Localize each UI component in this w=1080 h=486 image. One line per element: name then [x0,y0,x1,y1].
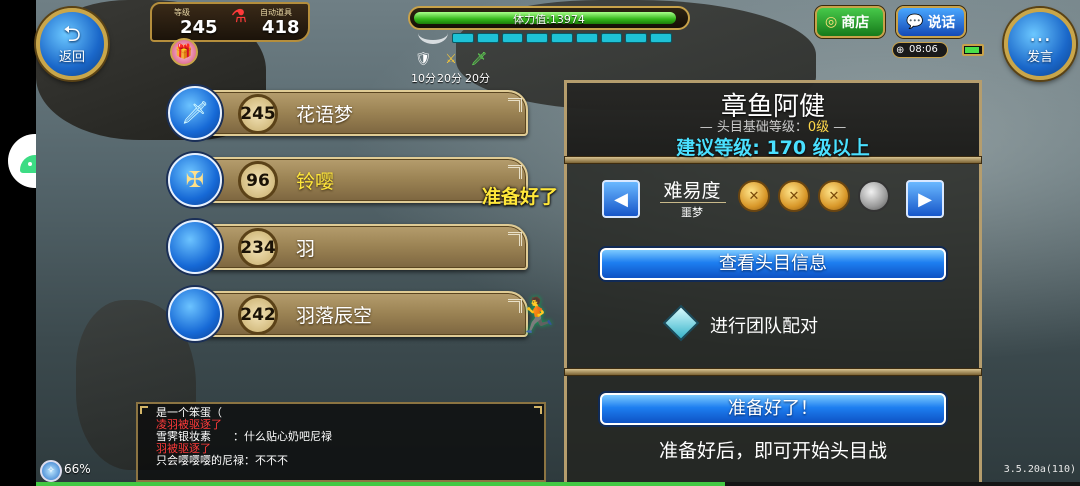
experience-icon: ✧ [40,460,62,482]
speak-button-label: 发言 [1026,49,1053,65]
list-item-level: 242 [238,295,278,335]
list-item-name: 羽 [296,238,316,260]
speech-bubble-icon: 💬 [906,14,924,30]
list-item-level: 234 [238,228,278,268]
energy-segment [501,33,524,43]
energy-segment [551,33,573,43]
empty-orb-icon [168,287,222,341]
ready-button[interactable]: 准备好了！ [600,393,946,425]
energy-segment [575,33,598,43]
energy-segment [476,33,499,43]
gift-icon[interactable]: 🎁 [170,38,198,66]
chat-icon: … [1029,21,1051,47]
talk-button-label: 说话 [927,15,956,31]
buff-timer: 20分 [437,72,462,85]
shield-icon[interactable]: 🛡 [412,52,434,70]
experience-percent: 66% [64,462,91,476]
version-label: 3.5.20a(110) [1003,464,1076,475]
moon-icon [418,22,448,44]
list-item[interactable]: 234 羽 [168,220,528,274]
chat-message: 只会嘤嘤嘤的尼禄：不不不 [156,454,288,467]
difficulty-prev-button[interactable]: ◀ [602,180,640,218]
clock-time: 08:06 [909,44,938,55]
system-side-strip [0,0,36,486]
talk-button[interactable]: 💬 说话 [896,6,966,38]
stamina-bar: 体力值:13974 [408,6,690,30]
list-item-name: 花语梦 [296,104,354,126]
energy-segment [625,33,648,43]
coin-icon: ◎ [825,14,838,30]
list-item-name: 羽落辰空 [296,305,373,327]
clock-icon: ⊕ [896,45,905,56]
shop-button-label: 商店 [841,15,870,31]
level-value: 245 [180,17,218,38]
battery-fill [965,47,979,53]
difficulty-underline [660,202,726,203]
energy-segment [526,33,549,43]
difficulty-empty-icon [858,180,890,212]
sword-icon: 🗡 [168,86,222,140]
ready-hint: 准备好后，即可开始头目战 [658,440,887,462]
running-figure-icon: 🏃 [516,296,559,336]
panel-divider [564,368,982,376]
list-item-level: 245 [238,94,278,134]
chat-log[interactable]: 是一个笨蛋（ 凌羽被驱逐了 雪霁银妆素 ：什么贴心奶吧尼禄 羽被驱逐了 只会嘤嘤… [136,402,546,482]
sword-gold-icon[interactable]: ⚔ [440,52,462,70]
stamina-label: 体力值:13974 [513,13,585,26]
difficulty-label: 难易度 [663,180,721,202]
difficulty-crossed-swords-icon: ✕ [778,180,810,212]
clock-display: ⊕ 08:06 [892,42,948,58]
energy-segment [452,33,474,43]
list-item[interactable]: 🗡 245 花语梦 [168,86,528,140]
buff-timer: 20分 [465,72,490,85]
experience-bar [36,482,1080,486]
crossbow-icon: ✠ [168,153,222,207]
empty-orb-icon [168,220,222,274]
back-button-label: 返回 [58,49,85,65]
experience-fill [36,482,726,486]
back-arrow-icon: ⮌ [63,21,81,47]
sword-green-icon[interactable]: 🗡 [468,52,490,70]
triangle-left-icon: ◀ [614,188,628,210]
difficulty-crossed-swords-icon: ✕ [738,180,770,212]
energy-segment [600,33,623,43]
difficulty-value: 噩梦 [681,206,703,219]
buff-timer: 10分 [411,72,436,85]
team-match-label[interactable]: 进行团队配对 [710,312,818,338]
list-item[interactable]: ✠ 96 铃嘤 [168,153,528,207]
list-item[interactable]: 242 羽落辰空 [168,287,528,341]
potion-icon[interactable]: ⚗ [228,6,250,34]
energy-segments [452,33,673,43]
energy-segment [650,33,673,43]
difficulty-crossed-swords-icon: ✕ [818,180,850,212]
ready-floating-text: 准备好了 [482,186,559,208]
list-item-name: 铃嘤 [296,171,335,193]
speak-button[interactable]: … 发言 [1004,8,1076,80]
shop-button[interactable]: ◎ 商店 [815,6,885,38]
back-button[interactable]: ⮌ 返回 [36,8,108,80]
triangle-right-icon: ▶ [918,188,932,210]
auto-potion-value: 418 [262,17,300,38]
battery-indicator [962,44,984,56]
list-item-level: 96 [238,161,278,201]
view-boss-info-button[interactable]: 查看头目信息 [600,248,946,280]
recommended-level: 建议等级: 170 级以上 [676,137,870,159]
chat-message: 雪霁银妆素 ：什么贴心奶吧尼禄 [156,430,332,443]
difficulty-next-button[interactable]: ▶ [906,180,944,218]
